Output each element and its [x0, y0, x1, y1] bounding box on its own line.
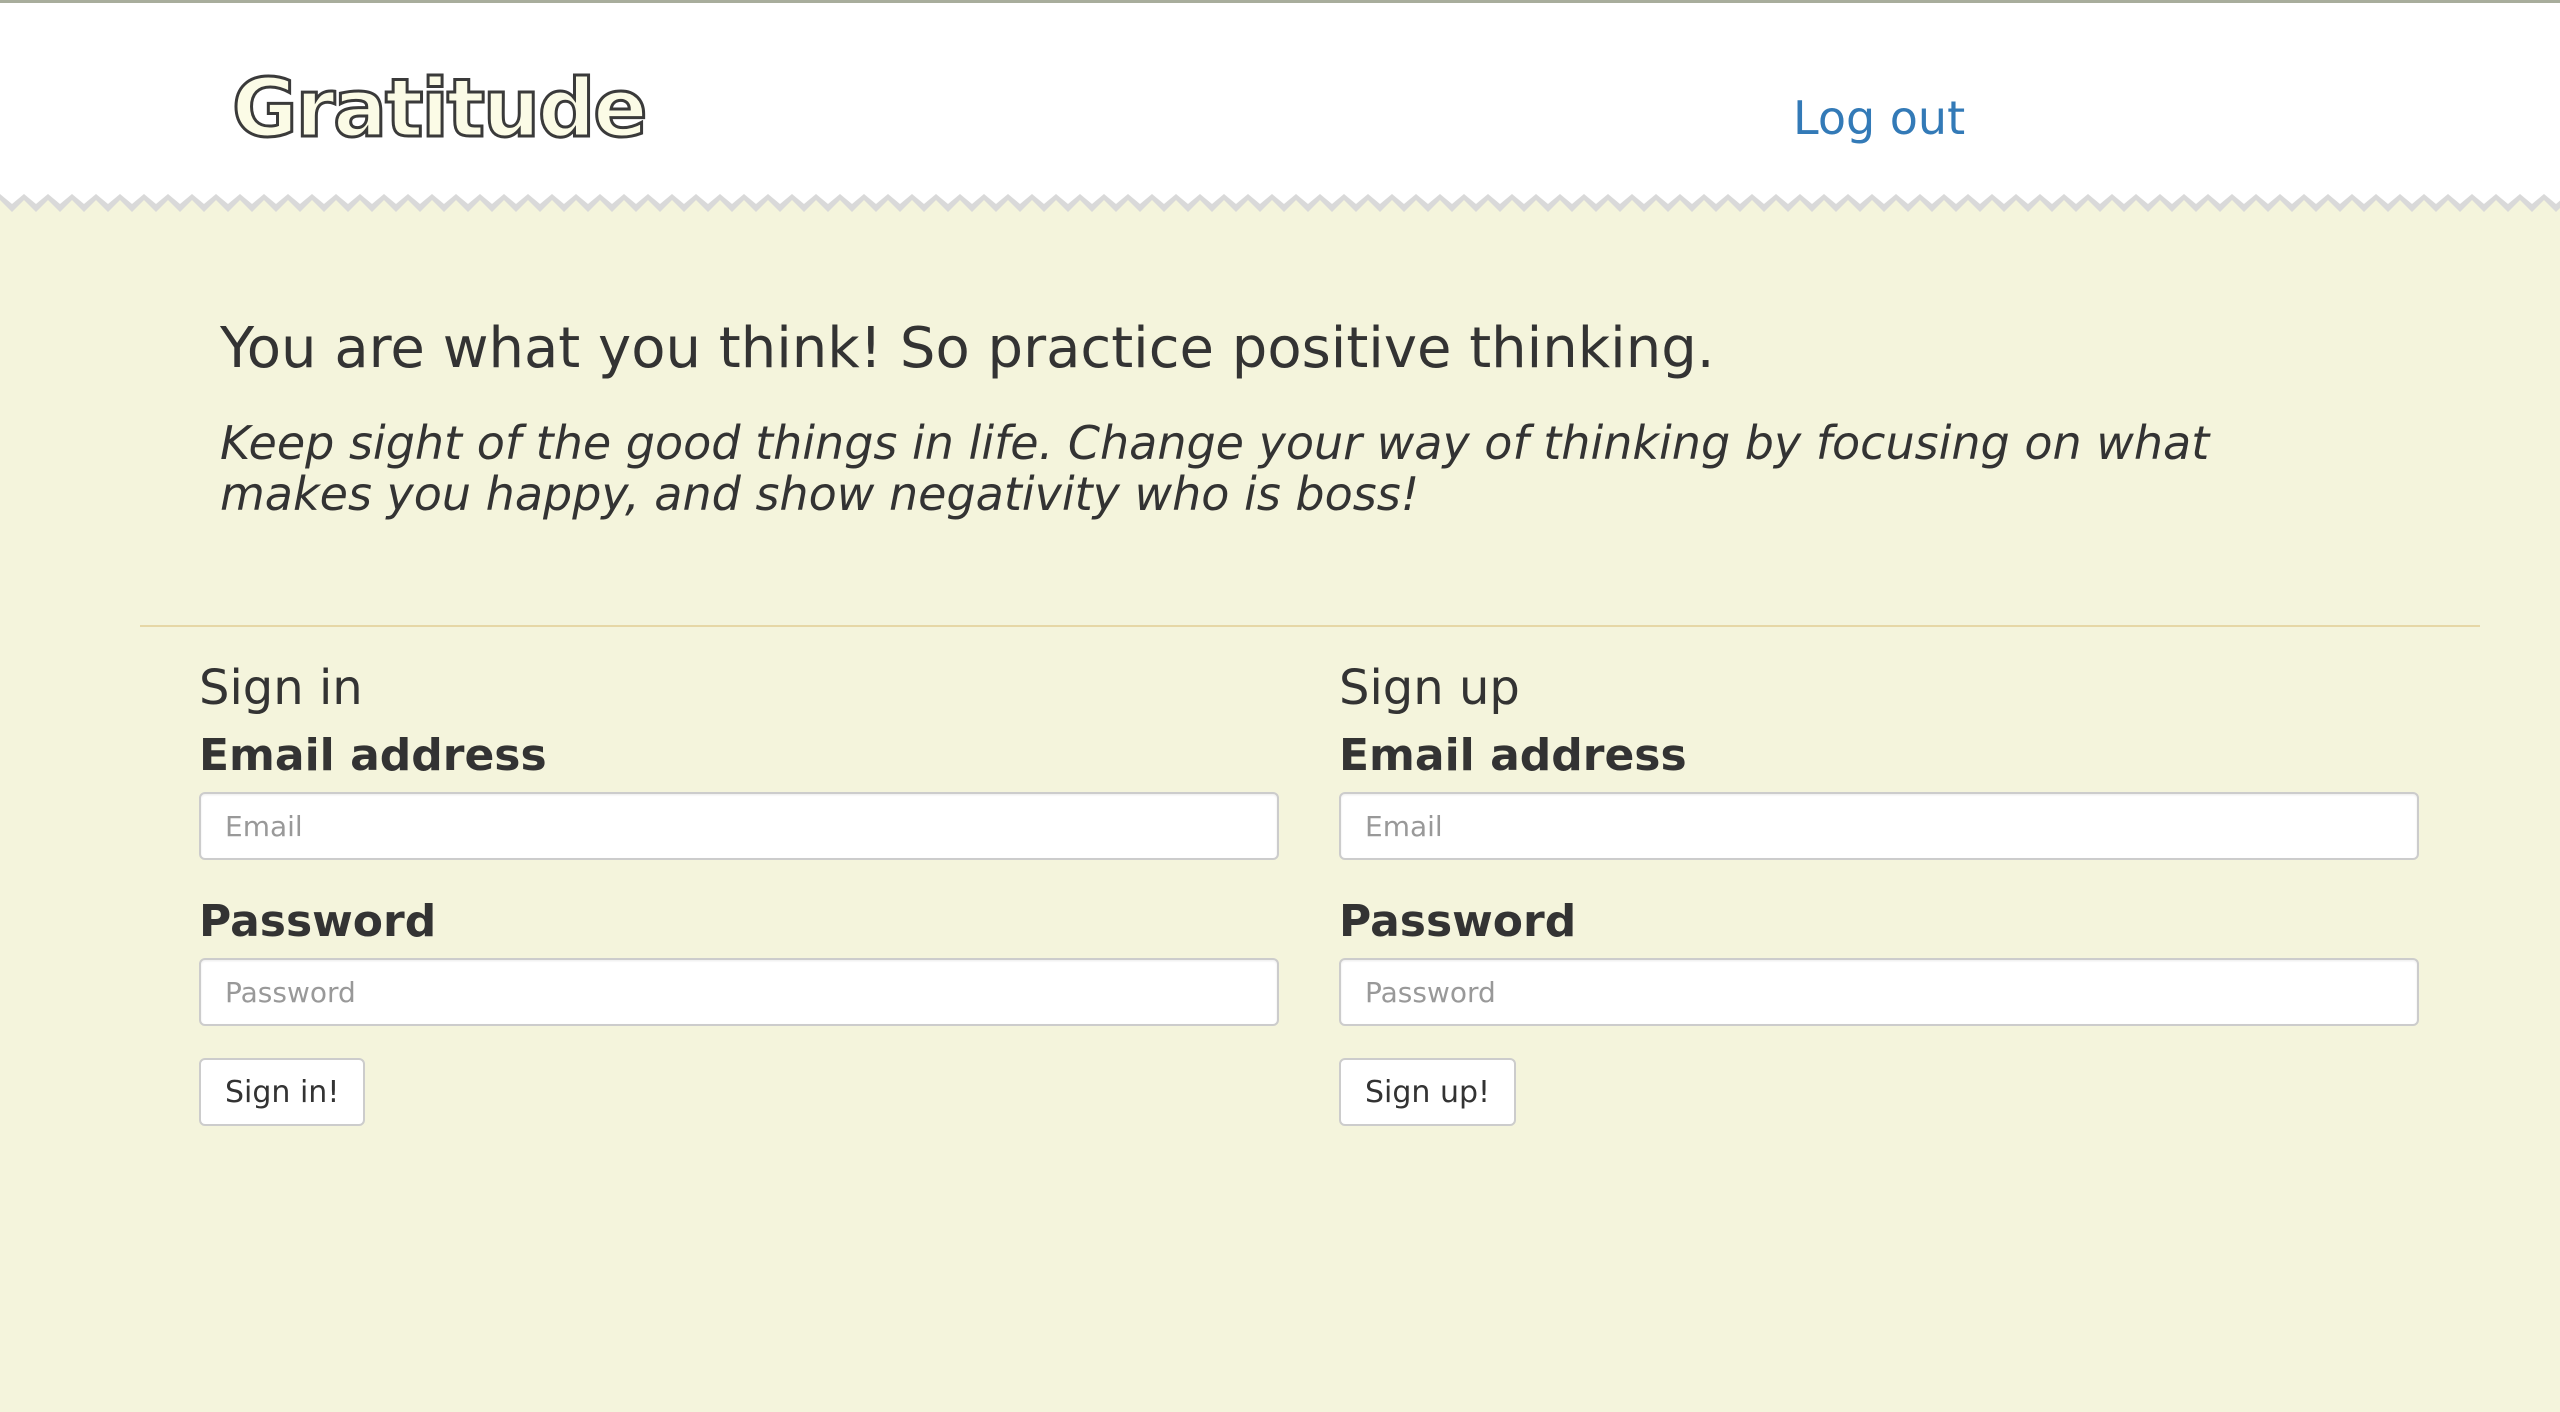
- hero-subtitle: Keep sight of the good things in life. C…: [220, 416, 2210, 521]
- section-divider: [140, 625, 2480, 627]
- zigzag-border: [0, 192, 2560, 222]
- sign-up-heading: Sign up: [1339, 660, 1520, 716]
- sign-in-heading: Sign in: [199, 660, 363, 716]
- site-header: Gratitude Log out: [0, 3, 2560, 193]
- sign-in-email-input[interactable]: [199, 792, 1279, 860]
- sign-in-form: Sign in Email address Password Sign in!: [199, 660, 1279, 1126]
- sign-in-password-input[interactable]: [199, 958, 1279, 1026]
- sign-up-form: Sign up Email address Password Sign up!: [1339, 660, 2419, 1126]
- sign-in-email-label: Email address: [199, 730, 547, 781]
- sign-in-password-label: Password: [199, 896, 437, 947]
- logout-link[interactable]: Log out: [1793, 95, 1965, 141]
- hero-title: You are what you think! So practice posi…: [220, 316, 1715, 381]
- site-logo[interactable]: Gratitude: [230, 67, 648, 150]
- sign-up-email-label: Email address: [1339, 730, 1687, 781]
- sign-up-email-input[interactable]: [1339, 792, 2419, 860]
- sign-in-button[interactable]: Sign in!: [199, 1058, 366, 1126]
- sign-up-password-label: Password: [1339, 896, 1577, 947]
- sign-up-password-input[interactable]: [1339, 958, 2419, 1026]
- sign-up-button[interactable]: Sign up!: [1339, 1058, 1517, 1126]
